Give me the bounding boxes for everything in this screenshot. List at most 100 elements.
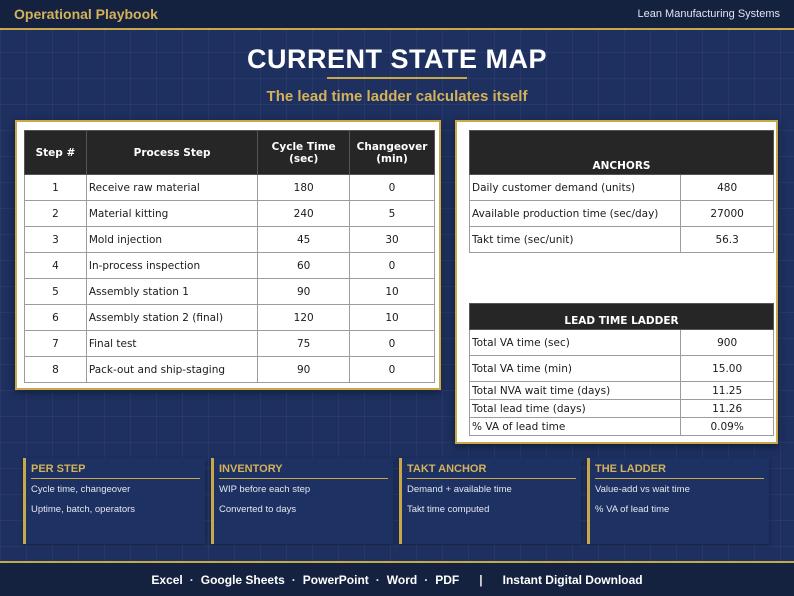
- card-line: Cycle time, changeover: [31, 484, 131, 495]
- separator-bar: |: [479, 572, 483, 587]
- format-google-sheets: Google Sheets: [200, 572, 285, 587]
- format-pdf: PDF: [435, 572, 460, 587]
- changeover-cell[interactable]: 5: [349, 200, 435, 227]
- title-underline: [327, 77, 467, 79]
- cycle-time-cell[interactable]: 90: [257, 278, 351, 305]
- process-step-cell[interactable]: In-process inspection: [85, 252, 259, 279]
- table-row: 3 Mold injection 45 30: [24, 226, 435, 253]
- step-number-cell[interactable]: 4: [24, 252, 87, 279]
- ladder-value-cell[interactable]: 11.25: [680, 381, 774, 400]
- feature-card-inventory: INVENTORY WIP before each step Converted…: [211, 458, 393, 544]
- step-number-cell[interactable]: 7: [24, 330, 87, 357]
- page-title: CURRENT STATE MAP: [247, 44, 547, 74]
- format-excel: Excel: [151, 572, 183, 587]
- step-number-cell[interactable]: 6: [24, 304, 87, 331]
- cycle-time-cell[interactable]: 120: [257, 304, 351, 331]
- anchor-value-cell[interactable]: 27000: [680, 200, 774, 227]
- card-line: Converted to days: [219, 504, 297, 515]
- anchor-value-cell[interactable]: 480: [680, 174, 774, 201]
- process-step-cell[interactable]: Final test: [85, 330, 259, 357]
- format-powerpoint: PowerPoint: [302, 572, 369, 587]
- feature-card-per-step: PER STEP Cycle time, changeover Uptime, …: [23, 458, 205, 544]
- header-step-number: Step #: [24, 130, 87, 175]
- header-changeover: Changeover (min): [349, 130, 435, 175]
- anchors-table: ANCHORS Daily customer demand (units) 48…: [468, 130, 774, 253]
- changeover-cell[interactable]: 10: [349, 278, 435, 305]
- process-step-cell[interactable]: Assembly station 1: [85, 278, 259, 305]
- cycle-time-cell[interactable]: 240: [257, 200, 351, 227]
- card-line: % VA of lead time: [595, 504, 670, 515]
- separator-dot: ·: [189, 572, 194, 587]
- cycle-time-cell[interactable]: 75: [257, 330, 351, 357]
- separator-dot: ·: [424, 572, 429, 587]
- feature-card-takt-anchor: TAKT ANCHOR Demand + available time Takt…: [399, 458, 581, 544]
- table-row: Total lead time (days) 11.26: [468, 399, 774, 418]
- process-steps-panel: Step # Process Step Cycle Time (sec) Cha…: [15, 120, 441, 390]
- header-cycle-time: Cycle Time (sec): [257, 130, 351, 175]
- lead-time-ladder-table: LEAD TIME LADDER Total VA time (sec) 900…: [468, 303, 774, 436]
- step-number-cell[interactable]: 2: [24, 200, 87, 227]
- step-number-cell[interactable]: 5: [24, 278, 87, 305]
- ladder-value-cell[interactable]: 15.00: [680, 355, 774, 382]
- changeover-cell[interactable]: 0: [349, 174, 435, 201]
- ladder-header: LEAD TIME LADDER: [469, 303, 774, 330]
- table-row: 4 In-process inspection 60 0: [24, 252, 435, 279]
- ladder-label-cell[interactable]: Total lead time (days): [468, 399, 682, 418]
- separator-dot: ·: [375, 572, 380, 587]
- changeover-cell[interactable]: 30: [349, 226, 435, 253]
- changeover-cell[interactable]: 0: [349, 356, 435, 383]
- brand-tagline: Lean Manufacturing Systems: [637, 8, 780, 20]
- process-step-cell[interactable]: Pack-out and ship-staging: [85, 356, 259, 383]
- card-title: TAKT ANCHOR: [407, 463, 576, 479]
- card-title: THE LADDER: [595, 463, 764, 479]
- ladder-label-cell[interactable]: % VA of lead time: [468, 417, 682, 436]
- table-row: Takt time (sec/unit) 56.3: [468, 226, 774, 253]
- step-number-cell[interactable]: 8: [24, 356, 87, 383]
- ladder-label-cell[interactable]: Total NVA wait time (days): [468, 381, 682, 400]
- process-step-cell[interactable]: Material kitting: [85, 200, 259, 227]
- format-word: Word: [386, 572, 418, 587]
- anchor-label-cell[interactable]: Daily customer demand (units): [468, 174, 682, 201]
- cycle-time-cell[interactable]: 45: [257, 226, 351, 253]
- table-row: % VA of lead time 0.09%: [468, 417, 774, 436]
- page-subtitle: The lead time ladder calculates itself: [266, 88, 528, 105]
- process-step-cell[interactable]: Mold injection: [85, 226, 259, 253]
- card-line: Value-add vs wait time: [595, 484, 690, 495]
- brand-name: Operational Playbook: [14, 6, 158, 22]
- changeover-cell[interactable]: 10: [349, 304, 435, 331]
- table-row: 5 Assembly station 1 90 10: [24, 278, 435, 305]
- cycle-time-cell[interactable]: 90: [257, 356, 351, 383]
- anchor-label-cell[interactable]: Available production time (sec/day): [468, 200, 682, 227]
- header-process-step: Process Step: [85, 130, 259, 175]
- table-row: 8 Pack-out and ship-staging 90 0: [24, 356, 435, 383]
- card-title: INVENTORY: [219, 463, 388, 479]
- cycle-time-cell[interactable]: 180: [257, 174, 351, 201]
- step-number-cell[interactable]: 3: [24, 226, 87, 253]
- step-number-cell[interactable]: 1: [24, 174, 87, 201]
- anchor-value-cell[interactable]: 56.3: [680, 226, 774, 253]
- table-row: 7 Final test 75 0: [24, 330, 435, 357]
- cycle-time-cell[interactable]: 60: [257, 252, 351, 279]
- anchors-header: ANCHORS: [469, 130, 774, 175]
- changeover-cell[interactable]: 0: [349, 330, 435, 357]
- ladder-value-cell[interactable]: 11.26: [680, 399, 774, 418]
- anchor-label-cell[interactable]: Takt time (sec/unit): [468, 226, 682, 253]
- process-step-cell[interactable]: Assembly station 2 (final): [85, 304, 259, 331]
- card-line: Demand + available time: [407, 484, 512, 495]
- table-row: 6 Assembly station 2 (final) 120 10: [24, 304, 435, 331]
- ladder-label-cell[interactable]: Total VA time (sec): [468, 329, 682, 356]
- separator-dot: ·: [291, 572, 296, 587]
- ladder-value-cell[interactable]: 0.09%: [680, 417, 774, 436]
- table-row: 2 Material kitting 240 5: [24, 200, 435, 227]
- process-step-cell[interactable]: Receive raw material: [85, 174, 259, 201]
- ladder-value-cell[interactable]: 900: [680, 329, 774, 356]
- table-row: Total NVA wait time (days) 11.25: [468, 381, 774, 400]
- footer-bar: Excel · Google Sheets · PowerPoint · Wor…: [0, 561, 794, 596]
- top-bar: Operational Playbook Lean Manufacturing …: [0, 0, 794, 30]
- changeover-cell[interactable]: 0: [349, 252, 435, 279]
- process-header-row: Step # Process Step Cycle Time (sec) Cha…: [24, 130, 435, 175]
- ladder-label-cell[interactable]: Total VA time (min): [468, 355, 682, 382]
- table-row: Total VA time (sec) 900: [468, 329, 774, 356]
- card-line: WIP before each step: [219, 484, 311, 495]
- card-title: PER STEP: [31, 463, 200, 479]
